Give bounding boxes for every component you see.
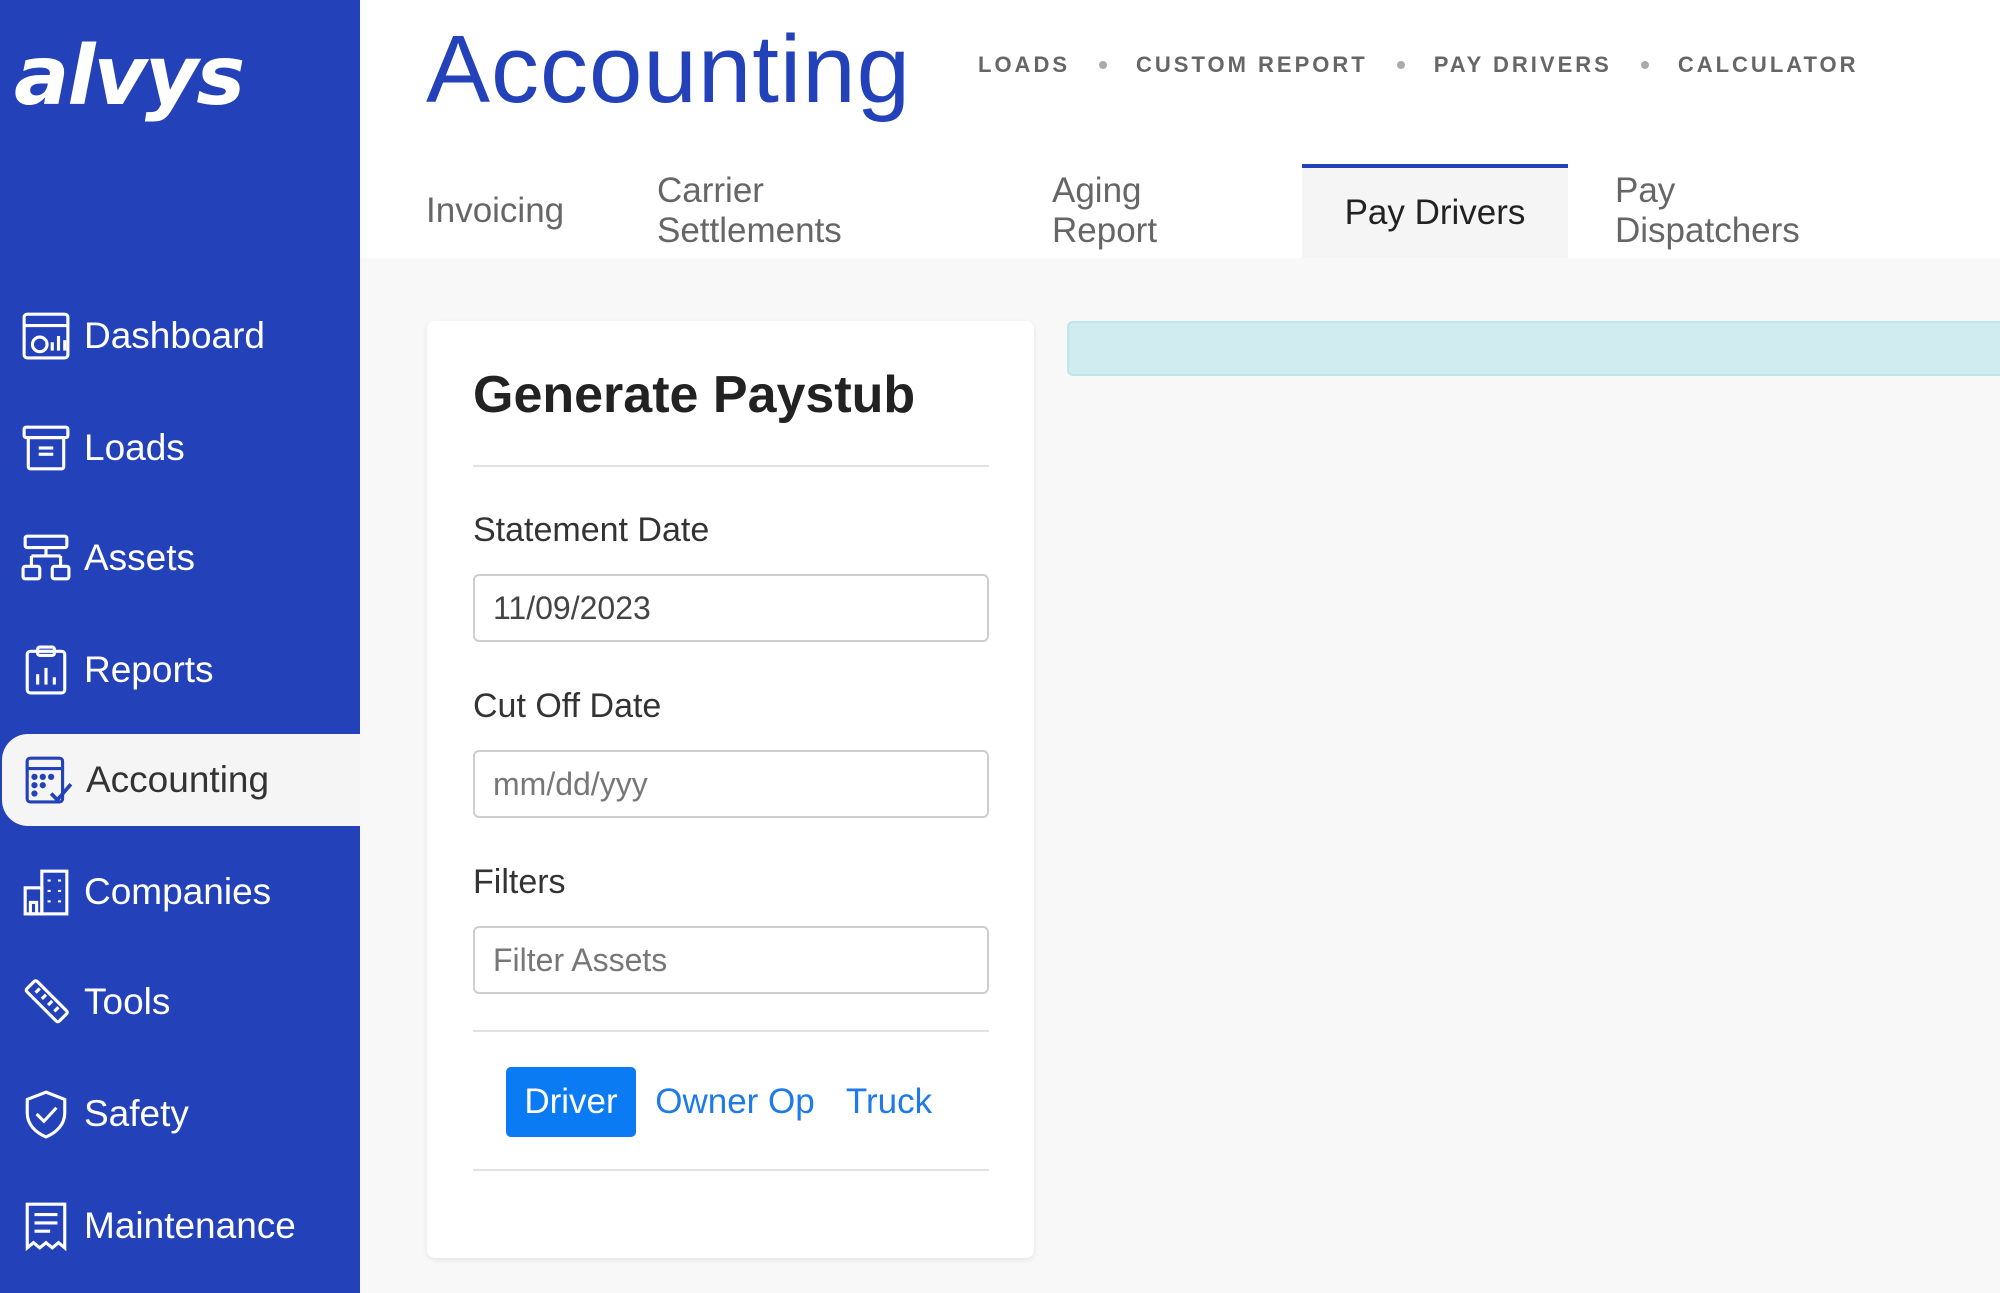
receipt-icon — [20, 1200, 72, 1252]
card-title: Generate Paystub — [473, 366, 916, 424]
sidebar-item-label: Safety — [84, 1093, 189, 1134]
sidebar-item-label: Tools — [84, 981, 171, 1022]
generate-paystub-card: Generate Paystub Statement Date Cut Off … — [427, 321, 1034, 1258]
tab-invoicing[interactable]: Invoicing — [426, 164, 564, 258]
sidebar-item-reports[interactable]: Reports — [0, 624, 360, 716]
sidebar-item-safety[interactable]: Safety — [0, 1068, 360, 1160]
tab-pay-drivers[interactable]: Pay Drivers — [1302, 164, 1568, 258]
filters-label: Filters — [473, 863, 566, 901]
sidebar-item-label: Assets — [84, 537, 196, 578]
info-alert — [1067, 321, 2000, 376]
alvys-logo[interactable]: alvys — [14, 22, 245, 132]
page-title: Accounting — [426, 16, 911, 123]
page-header: Accounting LOADS CUSTOM REPORT PAY DRIVE… — [360, 0, 2000, 258]
sidebar-item-assets[interactable]: Assets — [0, 512, 360, 604]
sidebar-item-accounting[interactable]: Accounting — [2, 734, 360, 826]
sidebar-item-maintenance[interactable]: Maintenance — [0, 1180, 360, 1272]
tab-pay-dispatchers[interactable]: Pay Dispatchers — [1615, 164, 1800, 258]
quick-link-custom-report[interactable]: CUSTOM REPORT — [1136, 52, 1368, 78]
clipboard-chart-icon — [20, 644, 72, 696]
statement-date-input[interactable] — [473, 574, 989, 642]
owner-op-button[interactable]: Owner Op — [649, 1067, 821, 1137]
sidebar-item-label: Reports — [84, 649, 214, 690]
quick-links: LOADS CUSTOM REPORT PAY DRIVERS CALCULAT… — [978, 52, 1859, 78]
cutoff-date-label: Cut Off Date — [473, 687, 662, 725]
sidebar: alvys Dashboard Loads Assets Reports Acc… — [0, 0, 360, 1293]
statement-date-label: Statement Date — [473, 511, 710, 549]
truck-button[interactable]: Truck — [839, 1067, 939, 1137]
calculator-check-icon — [22, 754, 74, 806]
divider — [473, 1169, 989, 1171]
archive-box-icon — [20, 422, 72, 474]
divider — [473, 1030, 989, 1032]
sidebar-item-companies[interactable]: Companies — [0, 846, 360, 938]
sidebar-item-label: Companies — [84, 871, 272, 912]
sidebar-item-label: Accounting — [86, 759, 270, 800]
buildings-icon — [20, 866, 72, 918]
divider — [473, 465, 989, 467]
ruler-icon — [20, 976, 72, 1028]
tab-aging-report[interactable]: Aging Report — [1052, 164, 1157, 258]
sidebar-item-dashboard[interactable]: Dashboard — [0, 290, 360, 382]
sidebar-item-label: Dashboard — [84, 315, 266, 356]
dashboard-icon — [20, 310, 72, 362]
cutoff-date-input[interactable] — [473, 750, 989, 818]
separator-dot — [1099, 61, 1107, 69]
sidebar-item-label: Maintenance — [84, 1205, 296, 1246]
quick-link-pay-drivers[interactable]: PAY DRIVERS — [1434, 52, 1612, 78]
driver-button[interactable]: Driver — [506, 1067, 636, 1137]
filter-assets-input[interactable] — [473, 926, 989, 994]
separator-dot — [1396, 61, 1405, 69]
sidebar-item-tools[interactable]: Tools — [0, 956, 360, 1048]
separator-dot — [1640, 61, 1649, 69]
quick-link-calculator[interactable]: CALCULATOR — [1678, 52, 1859, 78]
shield-check-icon — [20, 1088, 72, 1140]
tab-carrier-settlements[interactable]: Carrier Settlements — [657, 164, 842, 258]
quick-link-loads[interactable]: LOADS — [978, 52, 1070, 78]
sidebar-item-label: Loads — [84, 427, 185, 468]
sitemap-icon — [20, 532, 72, 584]
sidebar-item-loads[interactable]: Loads — [0, 402, 360, 494]
